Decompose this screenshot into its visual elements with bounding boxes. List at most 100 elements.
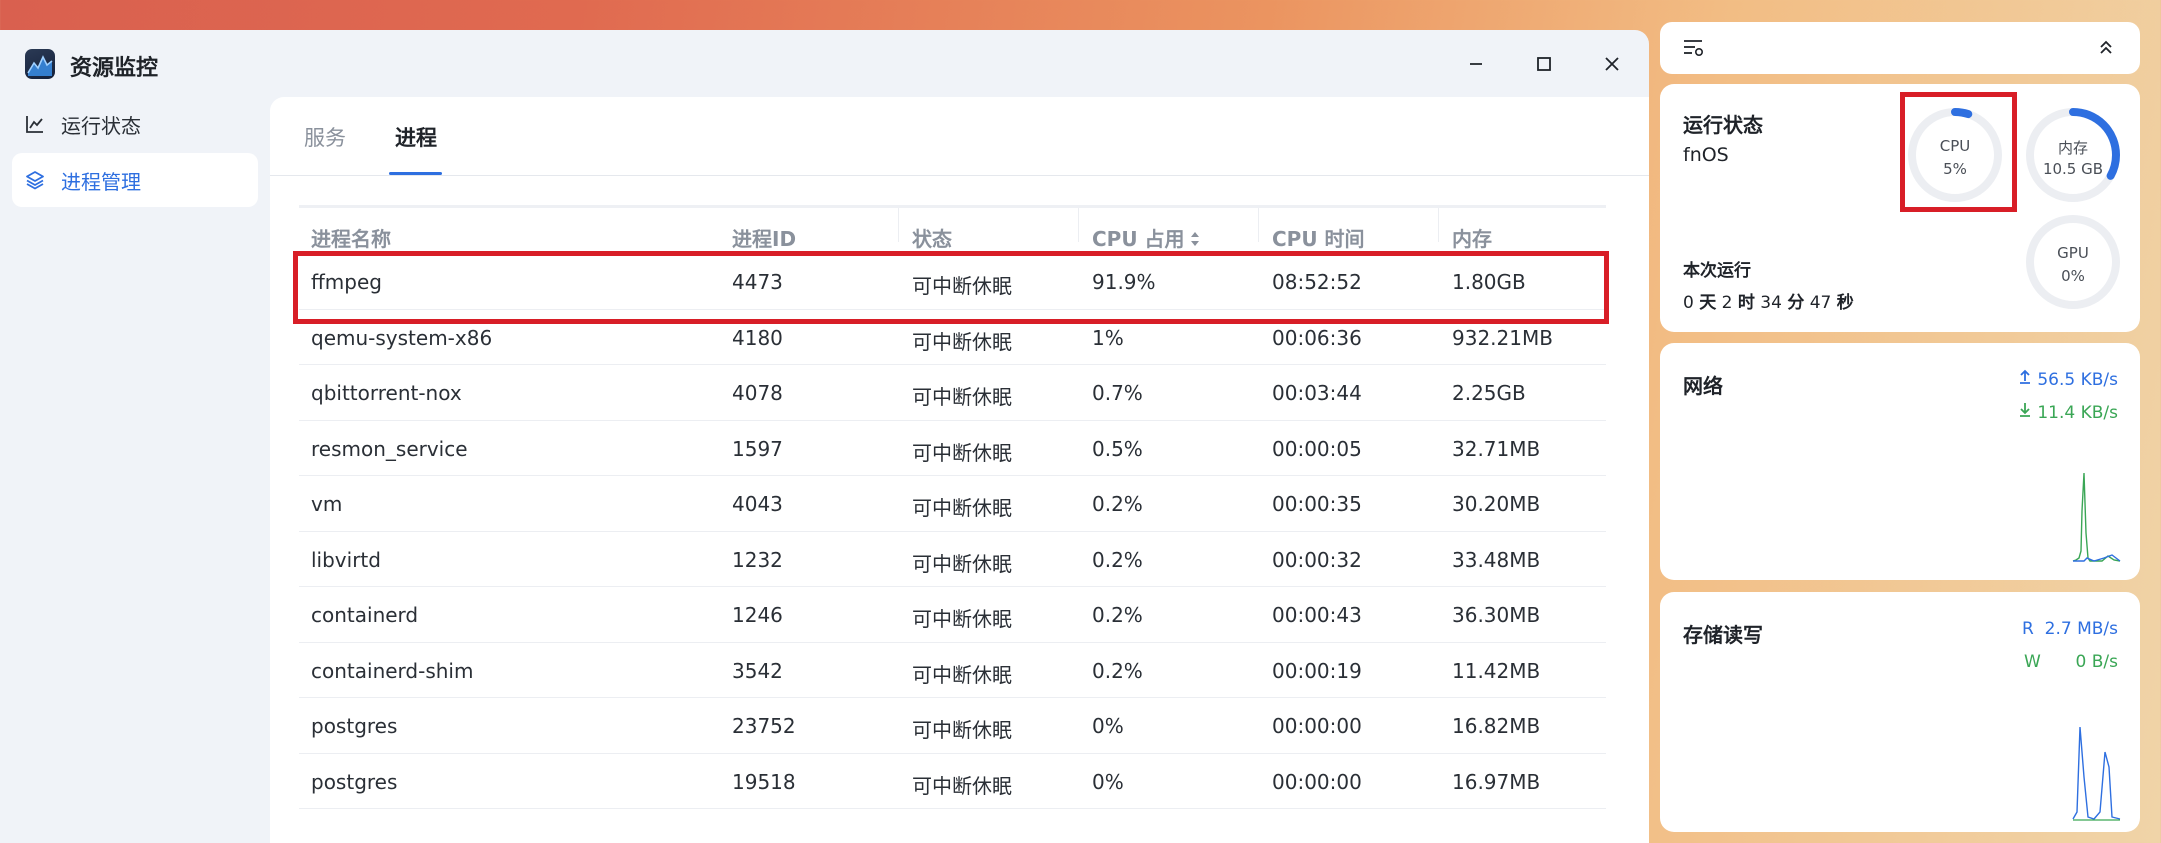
line-chart-icon	[24, 113, 46, 135]
upload-speed: 56.5 KB/s	[2018, 369, 2118, 390]
cell-pid: 19518	[732, 769, 796, 794]
download-speed-value: 11.4 KB/s	[2037, 403, 2118, 423]
widget-storage-card[interactable]: 存储读写 R 2.7 MB/s W 0 B/s	[1660, 592, 2140, 832]
write-speed-label: W	[2024, 652, 2041, 672]
cell-memory: 16.82MB	[1452, 714, 1541, 738]
cell-memory: 1.80GB	[1452, 270, 1526, 294]
cell-pid: 23752	[732, 714, 796, 738]
cell-name: vm	[311, 492, 343, 516]
uptime-days-unit: 天	[1699, 293, 1717, 313]
uptime-minutes-unit: 分	[1787, 293, 1805, 313]
uptime-value: 0 天 2 时 34 分 47 秒	[1683, 288, 1854, 313]
cell-cpu-time: 00:00:35	[1272, 492, 1362, 516]
app-title: 资源监控	[70, 56, 159, 81]
cell-memory: 32.71MB	[1452, 436, 1541, 461]
cell-cpu: 0.2%	[1092, 658, 1143, 683]
read-speed-label: R	[2022, 619, 2034, 639]
cell-name: resmon_service	[311, 436, 468, 461]
cell-memory: 932.21MB	[1452, 325, 1553, 350]
table-row[interactable]: postgres 19518 可中断休眠 0% 00:00:00 16.97MB	[299, 754, 1606, 809]
column-header-pid[interactable]: 进程ID	[732, 223, 796, 252]
table-row[interactable]: qbittorrent-nox 4078 可中断休眠 0.7% 00:03:44 2.25…	[299, 365, 1606, 421]
highlight-box-cpu-gauge	[1900, 92, 2017, 212]
column-header-cpu-time[interactable]: CPU 时间	[1272, 223, 1365, 252]
column-header-name[interactable]: 进程名称	[311, 223, 391, 252]
cell-memory: 2.25GB	[1452, 381, 1526, 405]
storage-card-title: 存储读写	[1683, 623, 1763, 647]
upload-speed-value: 56.5 KB/s	[2037, 370, 2118, 390]
column-header-status[interactable]: 状态	[912, 223, 952, 252]
gpu-gauge-value: 0%	[2061, 267, 2085, 285]
cell-status: 可中断休眠	[912, 329, 1012, 354]
download-arrow-icon	[2018, 403, 2032, 423]
cell-cpu: 0%	[1092, 714, 1124, 738]
close-button[interactable]	[1594, 46, 1630, 82]
sidebar-item-process-management[interactable]: 进程管理	[12, 153, 258, 207]
cell-name: qemu-system-x86	[311, 325, 493, 350]
cell-cpu-time: 00:00:05	[1272, 436, 1362, 461]
table-header: 进程名称 进程ID 状态 CPU 占用 CPU 时间 内存	[299, 205, 1606, 254]
close-icon	[1605, 57, 1619, 71]
uptime-label: 本次运行	[1683, 261, 1751, 281]
table-row[interactable]: containerd-shim 3542 可中断休眠 0.2% 00:00:19 11.4…	[299, 643, 1606, 698]
widget-network-card[interactable]: 网络 56.5 KB/s 11.4 KB/s	[1660, 343, 2140, 580]
gpu-gauge-label: GPU	[2057, 244, 2089, 262]
cell-cpu-time: 00:06:36	[1272, 325, 1362, 350]
minimize-button[interactable]	[1458, 46, 1494, 82]
memory-gauge-label: 内存	[2057, 139, 2088, 157]
cell-pid: 1246	[732, 603, 783, 627]
maximize-button[interactable]	[1526, 46, 1562, 82]
table-row[interactable]: ffmpeg 4473 可中断休眠 91.9% 08:52:52 1.80GB	[299, 254, 1606, 310]
table-row[interactable]: libvirtd 1232 可中断休眠 0.2% 00:00:32 33.48MB	[299, 532, 1606, 587]
table-row[interactable]: vm 4043 可中断休眠 0.2% 00:00:35 30.20MB	[299, 476, 1606, 532]
table-row[interactable]: containerd 1246 可中断休眠 0.2% 00:00:43 36.30MB	[299, 587, 1606, 643]
tab-services[interactable]: 服务	[304, 122, 346, 152]
read-speed: R 2.7 MB/s	[2022, 619, 2118, 639]
cell-name: ffmpeg	[311, 270, 382, 294]
cell-cpu-time: 00:00:00	[1272, 714, 1362, 738]
uptime-minutes: 34	[1760, 293, 1782, 313]
uptime-hours: 2	[1721, 293, 1733, 313]
cell-status: 可中断休眠	[912, 773, 1012, 798]
uptime-days: 0	[1683, 293, 1694, 313]
cell-pid: 4043	[732, 492, 783, 516]
cell-name: containerd-shim	[311, 658, 474, 683]
cell-memory: 36.30MB	[1452, 603, 1541, 627]
column-header-cpu-label: CPU 占用	[1092, 227, 1185, 251]
layers-icon	[24, 169, 46, 191]
table-row[interactable]: postgres 23752 可中断休眠 0% 00:00:00 16.82MB	[299, 698, 1606, 754]
filter-settings-icon[interactable]	[1682, 37, 1706, 63]
tab-bar: 服务 进程	[270, 97, 1649, 176]
sort-icon[interactable]	[1189, 229, 1201, 253]
cell-pid: 4473	[732, 270, 783, 294]
cell-status: 可中断休眠	[912, 607, 1012, 631]
tab-processes[interactable]: 进程	[395, 122, 437, 152]
cell-status: 可中断休眠	[912, 551, 1012, 576]
sidebar-item-label: 运行状态	[61, 113, 141, 138]
column-header-memory[interactable]: 内存	[1452, 223, 1492, 252]
column-header-cpu[interactable]: CPU 占用	[1092, 223, 1201, 253]
column-divider	[1438, 208, 1439, 242]
cell-status: 可中断休眠	[912, 385, 1012, 409]
table-row[interactable]: qemu-system-x86 4180 可中断休眠 1% 00:06:36 932.21…	[299, 310, 1606, 365]
cell-cpu: 0.2%	[1092, 603, 1143, 627]
cell-memory: 30.20MB	[1452, 492, 1541, 516]
memory-gauge: 内存 10.5 GB	[2025, 107, 2121, 203]
sidebar-item-status[interactable]: 运行状态	[12, 97, 258, 151]
cell-pid: 1232	[732, 547, 783, 572]
uptime-seconds-unit: 秒	[1836, 293, 1854, 313]
app-logo-icon	[25, 49, 55, 79]
cell-cpu: 1%	[1092, 325, 1124, 350]
active-tab-indicator	[389, 172, 442, 175]
cell-name: postgres	[311, 714, 398, 738]
cell-cpu-time: 00:03:44	[1272, 381, 1362, 405]
cell-name: postgres	[311, 769, 398, 794]
table-row[interactable]: resmon_service 1597 可中断休眠 0.5% 00:00:05 32.71…	[299, 421, 1606, 476]
collapse-chevron-up-icon[interactable]	[2096, 37, 2116, 63]
table-body: ffmpeg 4473 可中断休眠 91.9% 08:52:52 1.80GB qemu-s…	[299, 254, 1606, 809]
column-divider	[1078, 208, 1079, 242]
cell-name: containerd	[311, 603, 419, 627]
cell-status: 可中断休眠	[912, 440, 1012, 465]
cell-status: 可中断休眠	[912, 274, 1012, 298]
status-card-title: 运行状态	[1683, 113, 1763, 137]
